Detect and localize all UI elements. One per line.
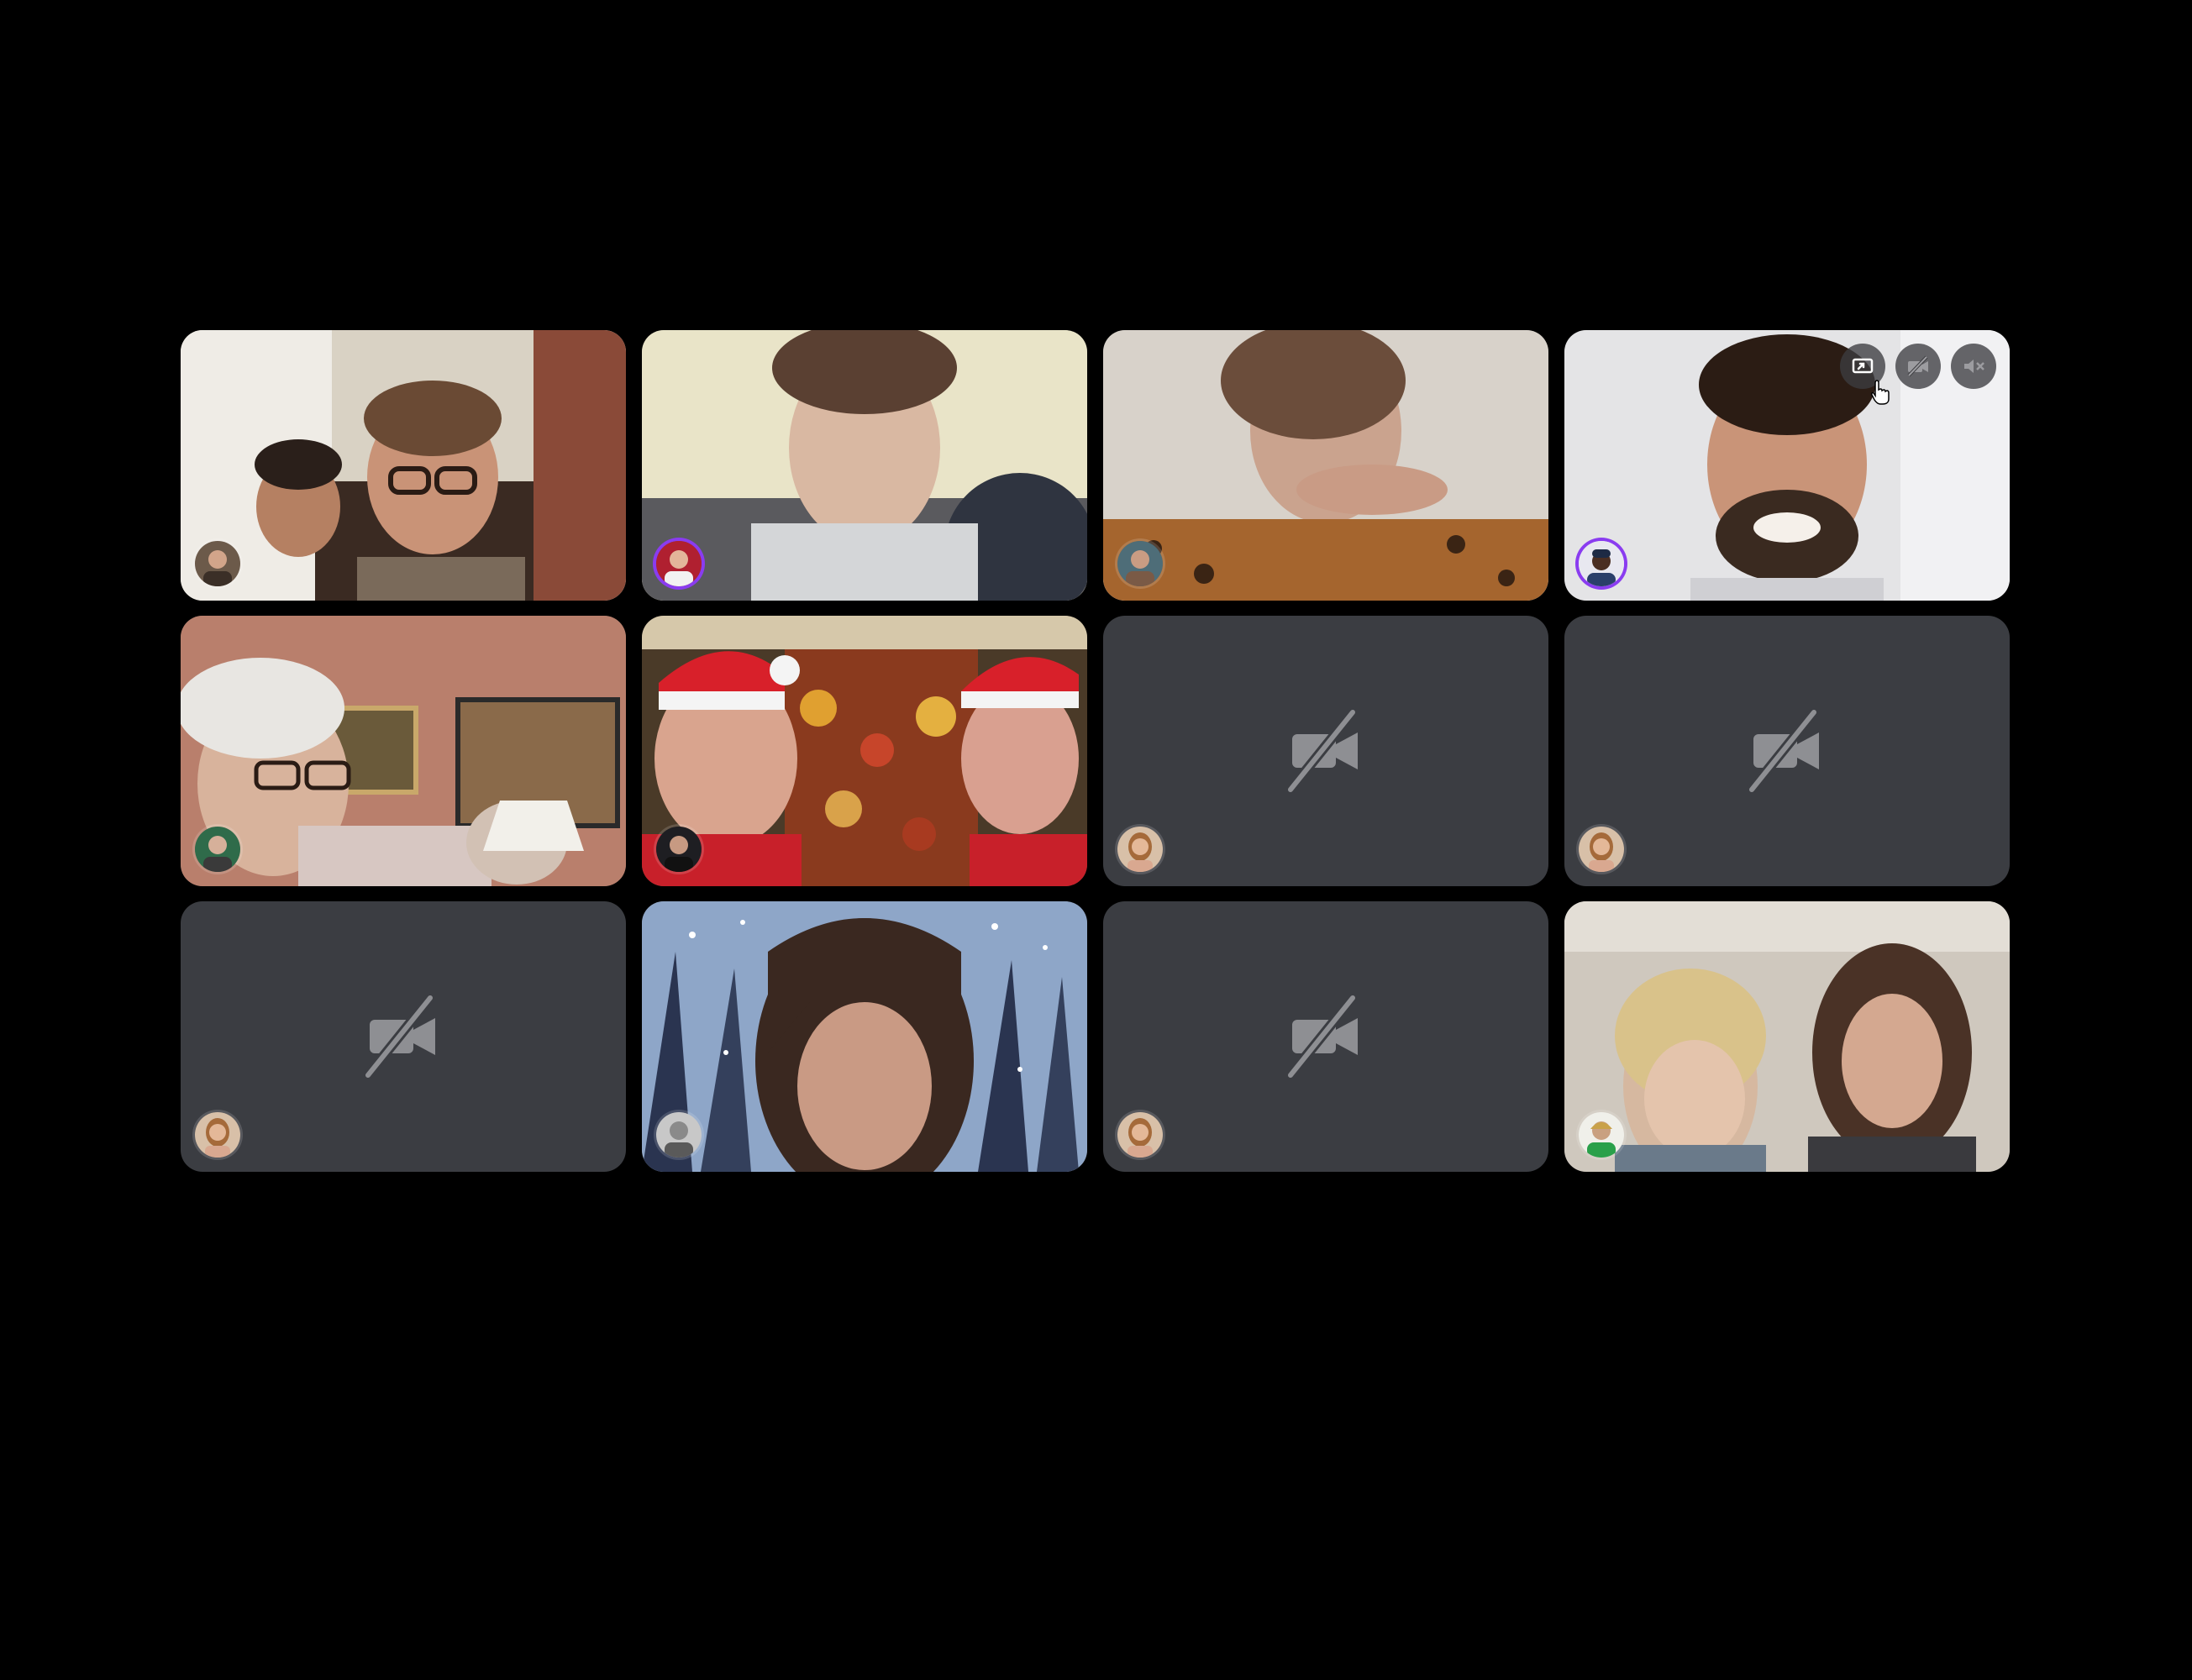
participant-tile[interactable] (642, 616, 1087, 886)
participant-avatar (195, 827, 240, 872)
participant-avatar (1579, 827, 1624, 872)
participant-tile[interactable] (181, 330, 626, 601)
camera-off-icon (1286, 995, 1358, 1079)
participant-tile[interactable] (642, 901, 1087, 1172)
participant-avatar (1579, 541, 1624, 586)
camera-off-icon (364, 995, 435, 1079)
participant-tile-camera-off[interactable] (1103, 901, 1548, 1172)
tile-hover-controls (1840, 344, 1996, 389)
participant-tile[interactable] (1564, 901, 2010, 1172)
participant-avatar (1117, 1112, 1163, 1158)
participant-tile-camera-off[interactable] (1564, 616, 2010, 886)
participant-tile-hovered[interactable] (1564, 330, 2010, 601)
video-feed (181, 330, 626, 601)
disable-camera-button[interactable] (1895, 344, 1941, 389)
video-feed (642, 901, 1087, 1172)
camera-off-icon (1907, 355, 1928, 377)
participant-tile-camera-off[interactable] (1103, 616, 1548, 886)
participant-tile[interactable] (1103, 330, 1548, 601)
participant-tile[interactable] (642, 330, 1087, 601)
participant-avatar (656, 541, 702, 586)
participant-avatar (195, 541, 240, 586)
camera-off-icon (1286, 709, 1358, 793)
mute-audio-button[interactable] (1951, 344, 1996, 389)
participant-tile-camera-off[interactable] (181, 901, 626, 1172)
participant-tile[interactable] (181, 616, 626, 886)
video-feed (1564, 901, 2010, 1172)
participant-avatar (656, 1112, 702, 1158)
participant-avatar (1117, 827, 1163, 872)
speaker-mute-icon (1964, 360, 1984, 373)
participant-avatar (1579, 1112, 1624, 1158)
participant-avatar (656, 827, 702, 872)
video-feed (642, 330, 1087, 601)
participant-avatar (1117, 541, 1163, 586)
video-feed (181, 616, 626, 886)
participant-avatar (195, 1112, 240, 1158)
participant-grid (181, 330, 2011, 1172)
video-feed (1103, 330, 1548, 601)
pin-screen-button[interactable] (1840, 344, 1885, 389)
camera-off-icon (1748, 709, 1819, 793)
pin-screen-icon (1852, 358, 1874, 374)
video-feed (642, 616, 1087, 886)
